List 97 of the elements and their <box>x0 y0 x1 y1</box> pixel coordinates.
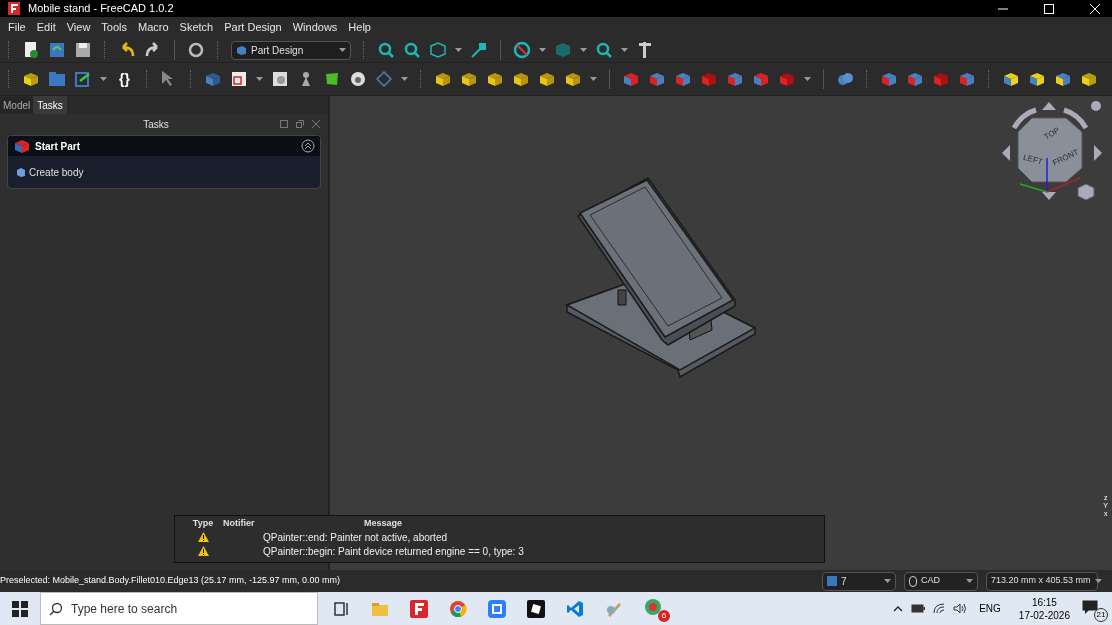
menu-item[interactable]: View <box>66 19 91 36</box>
create-body-link[interactable]: Create body <box>29 164 84 180</box>
caret-icon[interactable] <box>1094 579 1102 583</box>
caret-icon[interactable] <box>255 77 263 81</box>
menu-item[interactable]: Help <box>348 19 371 36</box>
column-header: Notifier <box>223 517 256 531</box>
caret-icon[interactable] <box>339 48 346 52</box>
menu-item[interactable]: Edit <box>36 19 56 36</box>
box-icon[interactable] <box>563 70 582 88</box>
mouse-icon <box>909 575 917 587</box>
dimensions-value: 713.20 mm x 405.53 mm <box>991 574 1091 588</box>
new-document-icon[interactable] <box>22 41 40 59</box>
windows-start-icon[interactable] <box>12 600 28 617</box>
box-icon[interactable] <box>537 70 556 88</box>
caret-icon[interactable] <box>539 48 546 52</box>
caret-icon[interactable] <box>621 48 628 52</box>
zoom-refresh-icon[interactable] <box>595 41 613 59</box>
language-indicator[interactable]: ENG <box>979 601 1001 616</box>
caret-icon[interactable] <box>803 77 811 81</box>
maximize-icon[interactable] <box>1044 3 1054 14</box>
clock-date[interactable]: 17-02-2026 <box>1018 608 1070 622</box>
menu-item[interactable]: Macro <box>138 19 169 36</box>
box-icon[interactable] <box>459 70 478 88</box>
status-message: Preselected: Mobile_stand.Body.Fillet010.Edge13 (25.17 mm, -125.97 mm, 0.00 mm) <box>0 574 341 588</box>
folder-icon[interactable] <box>48 70 66 88</box>
battery-icon[interactable] <box>911 604 926 613</box>
box-icon[interactable] <box>511 70 530 88</box>
wifi-icon[interactable] <box>933 603 946 614</box>
navigation-style-value: CAD <box>921 574 941 588</box>
menu-item[interactable]: Sketch <box>179 19 214 36</box>
box-icon[interactable] <box>1079 70 1098 88</box>
panel-tab[interactable]: Tasks <box>33 96 67 114</box>
warning-icon <box>197 546 209 556</box>
cube-face-label: LEFT <box>1021 151 1044 169</box>
warning-icon <box>197 532 209 542</box>
box-icon[interactable] <box>1053 70 1072 88</box>
menu-item[interactable]: Tools <box>101 19 128 36</box>
app-square-icon[interactable] <box>527 599 545 618</box>
task-box-title: Start Part <box>35 139 81 154</box>
chevron-up-icon[interactable] <box>893 605 904 612</box>
menu-item[interactable]: File <box>8 19 26 36</box>
box-icon[interactable] <box>485 70 504 88</box>
window-title: Mobile stand - FreeCAD 1.0.2 <box>28 1 174 17</box>
column-header: Message <box>363 517 403 531</box>
boolean-spheres-icon[interactable] <box>835 70 854 88</box>
cube-view-icon[interactable] <box>429 41 447 59</box>
restore-icon[interactable] <box>296 120 304 128</box>
app-logo-icon <box>8 2 20 15</box>
search-input[interactable]: Type here to search <box>71 599 309 618</box>
app-circle-icon[interactable] <box>644 597 662 616</box>
box-icon[interactable] <box>1027 70 1046 88</box>
layer-value: 7 <box>841 574 848 589</box>
caret-icon[interactable] <box>400 77 408 81</box>
caret-icon[interactable] <box>580 48 587 52</box>
column-header: Type <box>191 517 215 531</box>
caret-icon[interactable] <box>589 77 597 81</box>
search-field[interactable]: Type here to search <box>40 592 318 625</box>
notification-count: 21 <box>1094 607 1108 622</box>
menu-item[interactable]: Part Design <box>224 19 282 36</box>
caret-icon[interactable] <box>884 579 891 583</box>
app-logo-icon[interactable] <box>410 599 428 618</box>
save-icon[interactable] <box>74 41 92 59</box>
diamond-icon[interactable] <box>374 70 393 88</box>
layer-icon <box>827 576 837 586</box>
notification-badge: 6 <box>658 609 670 622</box>
cube-face-label: TOP <box>1042 124 1063 144</box>
sketch-icon[interactable] <box>229 70 248 88</box>
body-icon[interactable] <box>203 70 222 88</box>
layer-dropdown[interactable]: 7 <box>822 571 896 591</box>
browser-icon[interactable] <box>449 599 467 618</box>
box-icon[interactable] <box>22 70 40 88</box>
task-view-icon[interactable] <box>332 599 350 618</box>
code-editor-icon[interactable] <box>566 599 584 618</box>
macro-button[interactable]: {} <box>115 68 134 90</box>
zoom-selection-icon[interactable] <box>403 41 421 59</box>
caret-icon[interactable] <box>966 579 973 583</box>
navigation-style-dropdown[interactable]: CAD <box>904 571 978 591</box>
panel-title: Tasks <box>142 117 170 132</box>
body-icon <box>16 166 26 178</box>
speaker-icon[interactable] <box>953 603 968 614</box>
float-icon[interactable] <box>280 120 288 128</box>
no-entry-icon[interactable] <box>513 41 531 59</box>
collapse-icon[interactable] <box>301 139 315 153</box>
caret-icon[interactable] <box>100 77 107 81</box>
workbench-value: Part Design <box>251 43 305 58</box>
search-icon <box>49 601 63 616</box>
workbench-icon <box>236 44 247 56</box>
part-icon[interactable] <box>13 137 31 155</box>
box-icon[interactable] <box>1001 70 1020 88</box>
caret-icon[interactable] <box>455 48 462 52</box>
box-icon[interactable] <box>433 70 452 88</box>
workbench-dropdown[interactable]: Part Design <box>231 40 351 60</box>
panel-tab[interactable]: Model <box>0 97 34 114</box>
menu-item[interactable]: Windows <box>292 19 338 36</box>
zoom-fit-icon[interactable] <box>377 41 395 59</box>
clock-time[interactable]: 16:15 <box>1031 595 1057 609</box>
notifications-icon[interactable] <box>1082 599 1098 614</box>
